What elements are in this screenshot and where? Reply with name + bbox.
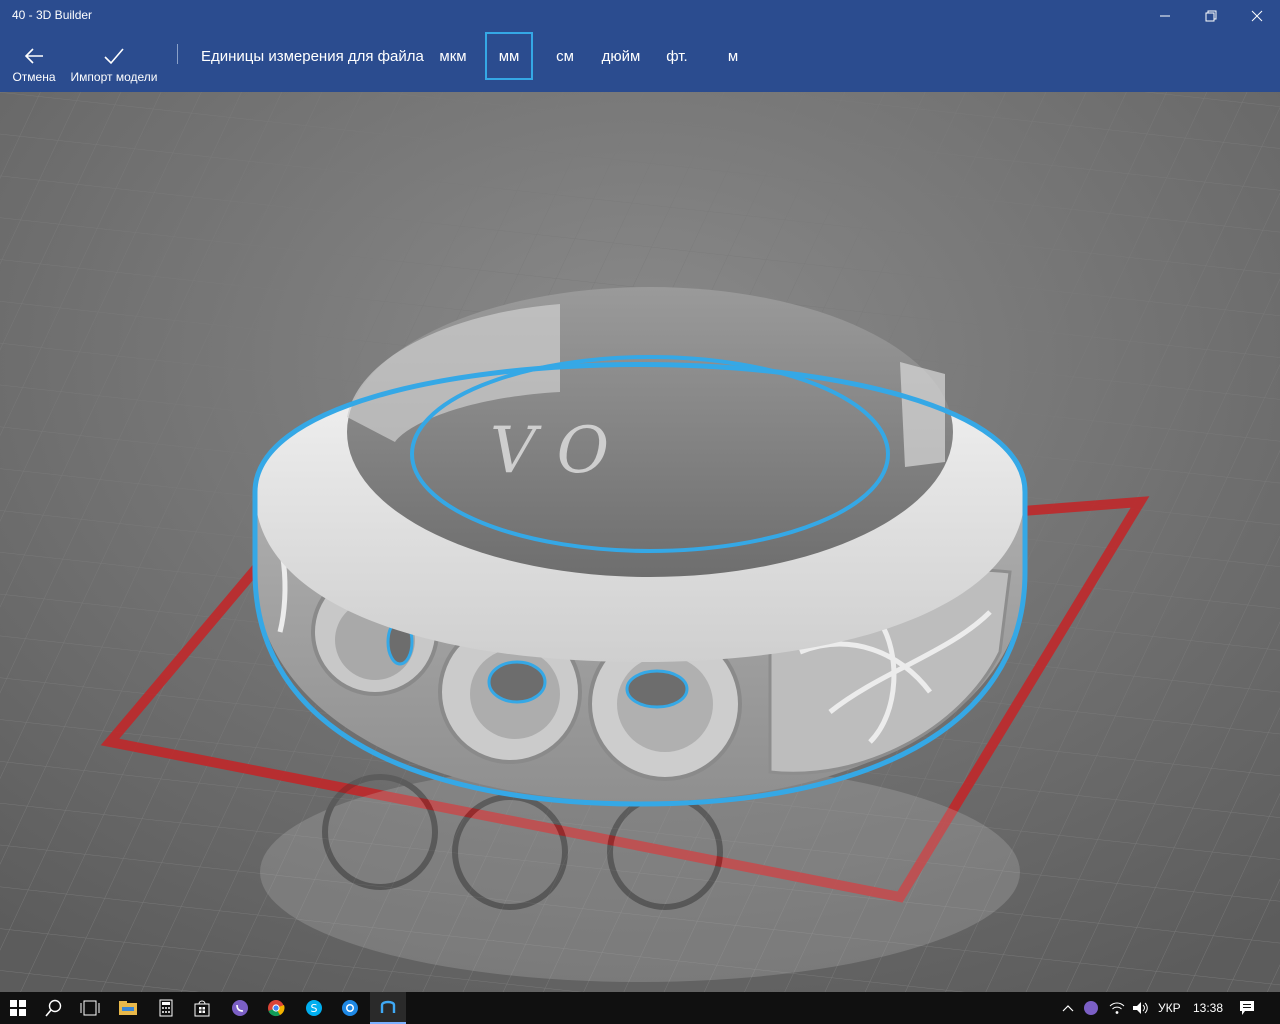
store-icon[interactable] [184, 992, 220, 1024]
unit-ft[interactable]: фт. [660, 32, 694, 80]
ring-inner-bore [347, 287, 953, 577]
minimize-icon [1160, 15, 1170, 17]
action-center-icon[interactable] [1232, 992, 1262, 1024]
unit-mm[interactable]: мм [485, 32, 533, 80]
toolbar-divider [177, 44, 178, 64]
tray-viber-icon[interactable] [1080, 992, 1102, 1024]
3d-builder-icon[interactable] [370, 992, 406, 1024]
import-model-label: Импорт модели [70, 70, 158, 84]
cancel-label: Отмена [12, 70, 56, 84]
browser-icon[interactable] [332, 992, 368, 1024]
ring-engraving-text: V O [490, 414, 609, 488]
3d-viewport[interactable]: V O [0, 92, 1280, 992]
volume-icon[interactable] [1130, 992, 1152, 1024]
units-label: Единицы измерения для файла [201, 48, 424, 65]
clock[interactable]: 13:38 [1193, 992, 1223, 1024]
task-view-icon[interactable] [72, 992, 108, 1024]
cancel-button[interactable]: Отмена [6, 32, 62, 92]
minimize-button[interactable] [1142, 0, 1188, 32]
restore-button[interactable] [1188, 0, 1234, 32]
window-title: 40 - 3D Builder [12, 8, 93, 22]
wifi-icon[interactable] [1106, 992, 1128, 1024]
restore-icon [1205, 10, 1217, 22]
close-button[interactable] [1234, 0, 1280, 32]
import-model-button[interactable]: Импорт модели [68, 32, 160, 92]
close-icon [1251, 10, 1263, 22]
unit-inch[interactable]: дюйм [596, 32, 646, 80]
scene-canvas: V O [0, 92, 1280, 992]
file-explorer-icon[interactable] [110, 992, 146, 1024]
tray-chevron-up-icon[interactable] [1058, 992, 1078, 1024]
title-bar: 40 - 3D Builder [0, 0, 1280, 32]
chrome-icon[interactable] [258, 992, 294, 1024]
input-language[interactable]: УКР [1158, 992, 1181, 1024]
unit-um[interactable]: мкм [432, 32, 474, 80]
checkmark-icon [104, 48, 124, 65]
viber-icon[interactable] [222, 992, 258, 1024]
unit-cm[interactable]: см [548, 32, 582, 80]
ring-inner-notch [900, 362, 945, 467]
calculator-icon[interactable] [148, 992, 184, 1024]
skype-icon[interactable]: S [296, 992, 332, 1024]
import-toolbar: Отмена Импорт модели Единицы измерения д… [0, 32, 1280, 92]
svg-text:S: S [311, 1002, 318, 1015]
unit-m[interactable]: м [718, 32, 748, 80]
search-icon[interactable] [36, 992, 72, 1024]
back-arrow-icon [24, 48, 43, 64]
windows-taskbar: S УКР 13:38 [0, 992, 1280, 1024]
windows-start-icon[interactable] [0, 992, 36, 1024]
